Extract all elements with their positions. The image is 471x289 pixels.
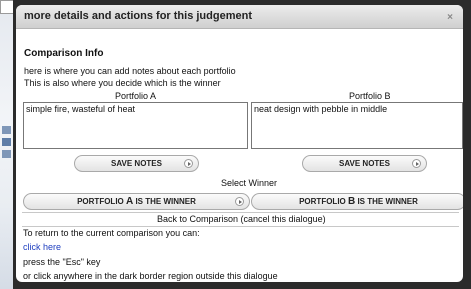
portfolio-b-notes-field[interactable]: neat design with pebble in middle	[251, 102, 463, 149]
judgement-dialog: more details and actions for this judgem…	[16, 5, 463, 282]
dialog-titlebar: more details and actions for this judgem…	[16, 5, 463, 29]
dialog-title: more details and actions for this judgem…	[24, 10, 252, 22]
intro-text: here is where you can add notes about ea…	[24, 66, 236, 76]
outside-instructions: or click anywhere in the dark border reg…	[23, 271, 278, 281]
winner-a-suffix: IS THE WINNER	[133, 197, 196, 206]
arrow-right-icon	[184, 159, 193, 168]
winner-b-prefix: PORTFOLIO	[299, 197, 348, 206]
divider	[22, 212, 459, 213]
esc-instructions: press the "Esc" key	[23, 257, 101, 267]
select-winner-label: Select Winner	[221, 178, 278, 188]
background-mark	[2, 150, 11, 158]
portfolio-a-notes-field[interactable]: simple fire, wasteful of heat	[23, 102, 248, 149]
divider	[22, 226, 459, 227]
click-here-link[interactable]: click here	[23, 242, 61, 252]
background-mark	[2, 126, 11, 134]
portfolio-a-winner-button[interactable]: PORTFOLIO A IS THE WINNER	[23, 193, 250, 210]
close-icon[interactable]: ×	[447, 12, 453, 23]
save-notes-label: SAVE NOTES	[339, 159, 390, 168]
arrow-right-icon	[235, 197, 244, 206]
dialog-content: Comparison Info here is where you can ad…	[16, 29, 463, 282]
portfolio-b-label: Portfolio B	[349, 91, 391, 101]
comparison-heading: Comparison Info	[24, 48, 104, 59]
background-mark	[2, 138, 11, 146]
arrow-right-icon	[412, 159, 421, 168]
winner-a-prefix: PORTFOLIO	[77, 197, 126, 206]
save-notes-label: SAVE NOTES	[111, 159, 162, 168]
return-instructions: To return to the current comparison you …	[23, 228, 200, 238]
save-notes-b-button[interactable]: SAVE NOTES	[302, 155, 427, 172]
winner-b-suffix: IS THE WINNER	[355, 197, 418, 206]
save-notes-a-button[interactable]: SAVE NOTES	[74, 155, 199, 172]
intro-text: This is also where you decide which is t…	[24, 78, 221, 88]
portfolio-a-label: Portfolio A	[115, 91, 157, 101]
back-to-comparison-link[interactable]: Back to Comparison (cancel this dialogue…	[157, 214, 326, 224]
background-page-strip	[0, 14, 13, 289]
portfolio-b-winner-button[interactable]: PORTFOLIO B IS THE WINNER	[251, 193, 463, 210]
